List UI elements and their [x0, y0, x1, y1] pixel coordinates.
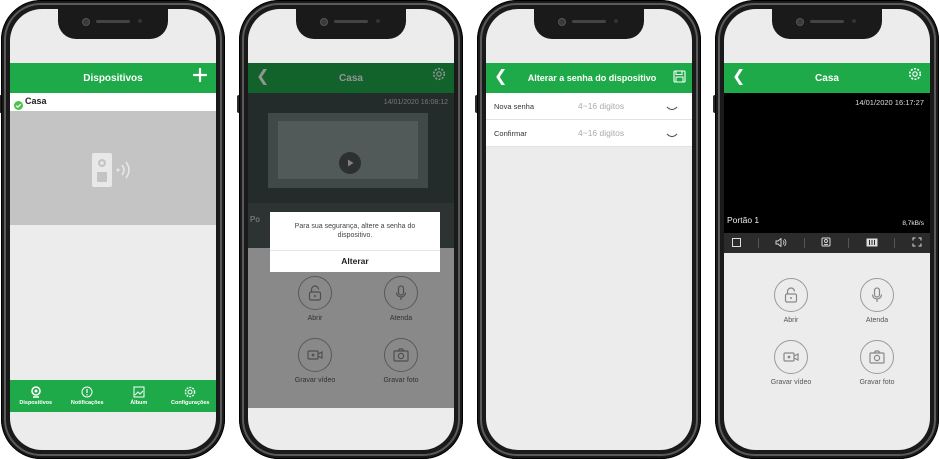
open-door-button[interactable]: Abrir	[751, 278, 831, 324]
back-icon[interactable]: ❮	[494, 68, 507, 86]
gear-icon	[184, 386, 196, 398]
app-header: Dispositivos	[10, 63, 216, 93]
gear-icon[interactable]	[908, 67, 922, 84]
notch	[296, 9, 406, 39]
device-row[interactable]: Casa	[10, 93, 216, 111]
phone-live-view: ❮ Casa 14/01/2020 16:17:27 Portão 1 8,7k…	[713, 0, 939, 459]
new-password-row: Nova senha 4~16 digitos	[486, 93, 692, 120]
camera-icon	[30, 386, 41, 398]
nav-label: Configurações	[170, 400, 210, 406]
dialog-message: Para sua segurança, altere a senha do di…	[294, 223, 416, 239]
phone-security-dialog: ❮ Casa 14/01/2020 16:08:12 Po Abrir Aten	[237, 0, 463, 459]
action-label: Atenda	[865, 317, 889, 324]
screen: Dispositivos Casa Dispositivos Notificaç…	[10, 9, 216, 450]
device-name: Casa	[25, 96, 47, 106]
device-thumbnail[interactable]	[10, 111, 216, 225]
app-header: ❮ Casa	[724, 63, 930, 93]
page-title: Alterar a senha do dispositivo	[527, 73, 657, 83]
save-icon[interactable]	[673, 70, 686, 85]
back-icon[interactable]: ❮	[732, 68, 745, 86]
camera-icon	[860, 340, 894, 374]
phone-devices: Dispositivos Casa Dispositivos Notificaç…	[0, 0, 225, 459]
nav-album[interactable]: Álbum	[113, 380, 165, 412]
answer-button[interactable]: Atenda	[837, 278, 917, 324]
page-title: Casa	[815, 72, 839, 84]
image-icon	[133, 386, 145, 398]
video-timestamp: 14/01/2020 16:17:27	[855, 98, 924, 107]
record-video-button[interactable]: Gravar vídeo	[751, 340, 831, 386]
nav-label: Álbum	[130, 400, 148, 406]
screen: ❮ Casa 14/01/2020 16:08:12 Po Abrir Aten	[248, 9, 454, 450]
action-label: Gravar vídeo	[770, 379, 812, 386]
action-label: Abrir	[783, 317, 799, 324]
confirm-password-input[interactable]: 4~16 digitos	[578, 128, 624, 138]
security-dialog: Para sua segurança, altere a senha do di…	[270, 212, 440, 272]
action-label: Gravar foto	[859, 379, 895, 386]
notch	[772, 9, 882, 39]
nav-label: Notificações	[70, 400, 104, 406]
eye-closed-icon[interactable]	[666, 104, 678, 113]
video-icon	[774, 340, 808, 374]
camera-label: Portão 1	[727, 215, 760, 225]
microphone-icon	[860, 278, 894, 312]
notch	[58, 9, 168, 39]
nav-configuracoes[interactable]: Configurações	[165, 380, 217, 412]
phone-change-password: ❮ Alterar a senha do dispositivo Nova se…	[475, 0, 701, 459]
quality-icon[interactable]	[866, 234, 878, 252]
eye-closed-icon[interactable]	[666, 131, 678, 140]
bottom-nav: Dispositivos Notificações Álbum Configur…	[10, 380, 216, 412]
speaker-icon[interactable]	[775, 234, 787, 252]
action-area: Abrir Atenda Gravar vídeo Gravar foto	[724, 253, 930, 413]
plus-icon[interactable]	[192, 67, 208, 86]
page-title: Dispositivos	[83, 72, 143, 84]
take-photo-button[interactable]: Gravar foto	[837, 340, 917, 386]
nav-label: Dispositivos	[19, 400, 53, 406]
field-label: Nova senha	[494, 102, 535, 111]
new-password-input[interactable]: 4~16 digitos	[578, 101, 624, 111]
doorbell-icon	[92, 153, 140, 192]
screen: ❮ Casa 14/01/2020 16:17:27 Portão 1 8,7k…	[724, 9, 930, 450]
nav-notificacoes[interactable]: Notificações	[62, 380, 114, 412]
bitrate: 8,7kB/s	[902, 220, 924, 227]
stop-icon[interactable]	[732, 234, 742, 252]
lock-icon	[774, 278, 808, 312]
fullscreen-icon[interactable]	[912, 234, 922, 252]
video-view[interactable]: 14/01/2020 16:17:27 Portão 1 8,7kB/s	[724, 93, 930, 233]
app-header: ❮ Alterar a senha do dispositivo	[486, 63, 692, 93]
change-password-button[interactable]: Alterar	[270, 251, 440, 272]
video-toolbar	[724, 233, 930, 253]
confirm-password-row: Confirmar 4~16 digitos	[486, 120, 692, 147]
alert-icon	[81, 386, 93, 398]
notch	[534, 9, 644, 39]
intercom-icon[interactable]	[821, 234, 831, 252]
nav-dispositivos[interactable]: Dispositivos	[10, 380, 62, 412]
field-label: Confirmar	[494, 129, 527, 138]
screen: ❮ Alterar a senha do dispositivo Nova se…	[486, 9, 692, 450]
